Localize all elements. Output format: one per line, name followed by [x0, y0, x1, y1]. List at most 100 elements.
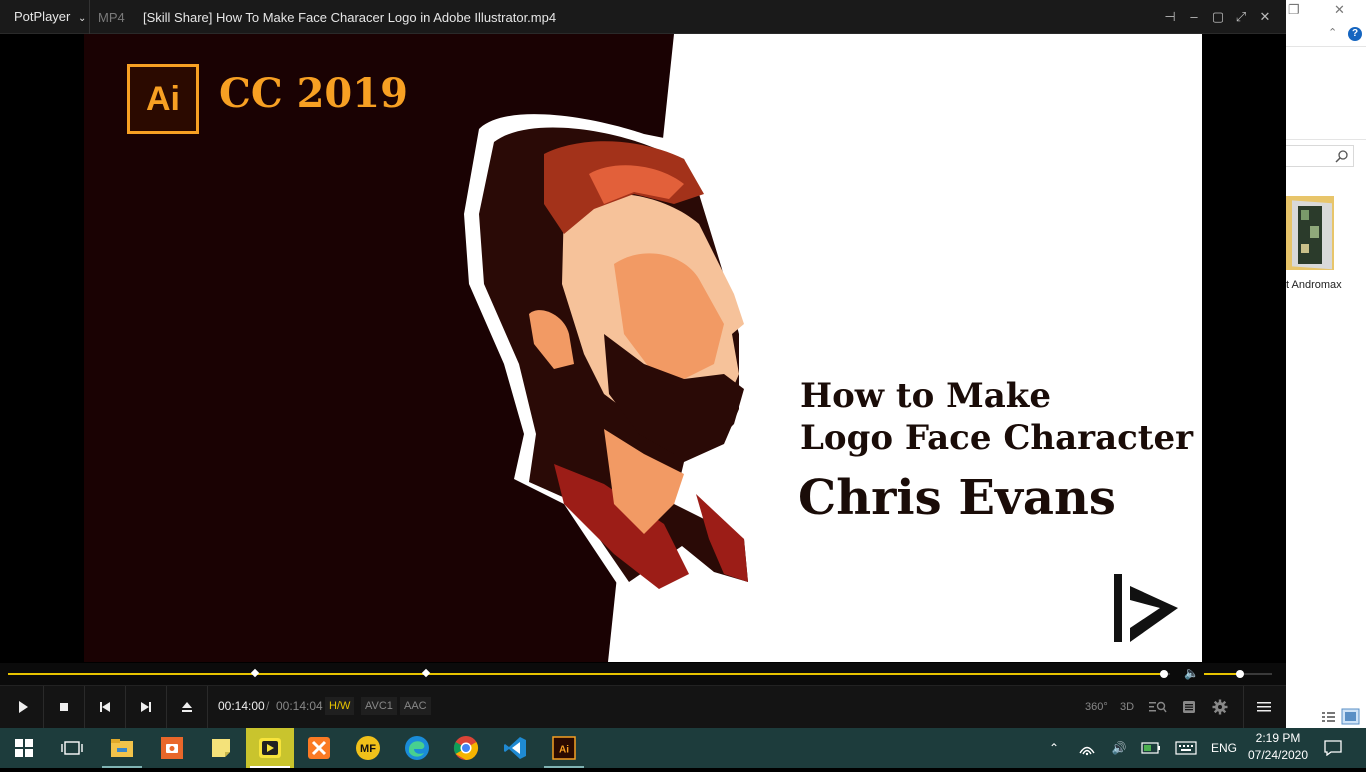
chapter-marker[interactable] — [421, 668, 431, 678]
current-time[interactable]: 00:14:00 — [218, 699, 265, 713]
close-icon[interactable]: ✕ — [1256, 8, 1274, 26]
volume-slider[interactable] — [1204, 670, 1272, 678]
next-icon — [141, 702, 151, 712]
taskbar-xampp[interactable] — [295, 728, 343, 768]
360-icon[interactable]: 360° — [1085, 697, 1108, 717]
eject-button[interactable] — [167, 686, 208, 728]
language-indicator[interactable]: ENG — [1206, 728, 1242, 768]
taskbar: MF Ai ⌃ 🔊 ENG 2:19 PM 07/24/2020 — [0, 728, 1366, 768]
help-icon[interactable]: ? — [1348, 27, 1362, 41]
seek-thumb[interactable] — [1160, 670, 1169, 678]
volume-thumb[interactable] — [1236, 670, 1245, 678]
volume-icon[interactable]: 🔈 — [1184, 666, 1199, 680]
restore-icon[interactable]: ❐ — [1288, 2, 1300, 18]
sticky-notes-icon — [212, 739, 230, 757]
windows-icon — [15, 739, 33, 757]
view-toggle[interactable] — [1320, 707, 1360, 725]
hardware-decoding-badge[interactable]: H/W — [325, 697, 355, 715]
app-name: PotPlayer — [14, 9, 71, 24]
taskbar-mediafire[interactable]: MF — [344, 728, 392, 768]
total-time[interactable]: 00:14:04 — [276, 699, 323, 713]
time-separator: / — [266, 699, 270, 713]
mediafire-icon: MF — [356, 736, 380, 760]
xampp-icon — [308, 737, 330, 759]
video-frame[interactable]: Ai CC 2019 How to Make Logo Face Charact… — [84, 34, 1202, 662]
start-button[interactable] — [0, 728, 48, 768]
playlist-icon[interactable] — [1178, 697, 1200, 717]
previous-button[interactable] — [85, 686, 126, 728]
seek-bar-area: 🔈 — [0, 663, 1286, 685]
eject-icon — [182, 702, 192, 712]
recorder-icon — [161, 737, 183, 759]
video-artwork — [84, 34, 1178, 662]
menu-icon — [1257, 702, 1271, 712]
wifi-icon[interactable] — [1076, 728, 1098, 768]
video-heading-line2: Logo Face Character — [800, 418, 1194, 458]
taskbar-file-explorer[interactable] — [98, 728, 146, 768]
stop-button[interactable] — [44, 686, 85, 728]
audio-codec-badge[interactable]: AAC — [400, 697, 431, 715]
task-view-icon — [61, 741, 83, 755]
notification-icon[interactable] — [1320, 728, 1346, 768]
volume-level — [1204, 673, 1241, 675]
video-heading-line1: How to Make — [800, 376, 1051, 416]
video-heading-line3: Chris Evans — [798, 470, 1116, 526]
volume-icon[interactable]: 🔊 — [1108, 728, 1130, 768]
search-icon — [1335, 150, 1348, 163]
potplayer-icon — [259, 738, 281, 758]
version-label: CC 2019 — [219, 70, 408, 117]
task-view-button[interactable] — [48, 728, 96, 768]
settings-icon[interactable] — [1209, 697, 1231, 717]
clock[interactable]: 2:19 PM 07/24/2020 — [1246, 730, 1310, 764]
clock-date: 07/24/2020 — [1247, 748, 1309, 762]
illustrator-logo: Ai — [127, 64, 199, 134]
battery-icon[interactable] — [1140, 728, 1162, 768]
chevron-down-icon: ⌄ — [78, 13, 87, 24]
taskbar-edge[interactable] — [393, 728, 441, 768]
play-button[interactable] — [3, 686, 44, 728]
taskbar-screen-recorder[interactable] — [148, 728, 196, 768]
search-input[interactable] — [1286, 145, 1354, 167]
taskbar-sticky-notes[interactable] — [197, 728, 245, 768]
minimize-icon[interactable]: – — [1185, 8, 1203, 26]
folder-label: t Andromax — [1286, 279, 1342, 291]
edge-icon — [405, 736, 429, 760]
file-explorer-window: ❐ ✕ ⌃ ? t Andromax — [1286, 0, 1366, 728]
potplayer-menu-button[interactable]: PotPlayer ⌄ — [0, 0, 90, 34]
illustrator-icon: Ai — [552, 736, 576, 760]
title-bar: PotPlayer ⌄ MP4 [Skill Share] How To Mak… — [0, 0, 1286, 34]
zoom-icon[interactable] — [1147, 697, 1169, 717]
video-codec-badge[interactable]: AVC1 — [361, 697, 397, 715]
fullscreen-icon[interactable]: ⤢ — [1232, 8, 1250, 26]
seek-progress — [8, 673, 1165, 675]
keyboard-icon[interactable] — [1172, 728, 1200, 768]
next-button[interactable] — [126, 686, 167, 728]
chrome-icon — [453, 736, 479, 760]
potplayer-window: PotPlayer ⌄ MP4 [Skill Share] How To Mak… — [0, 0, 1286, 728]
seek-track[interactable] — [8, 668, 1170, 678]
3d-icon[interactable]: 3D — [1116, 697, 1138, 717]
ribbon — [1286, 46, 1366, 140]
taskbar-illustrator[interactable]: Ai — [540, 728, 588, 768]
stop-icon — [60, 703, 68, 711]
clock-time: 2:19 PM — [1255, 731, 1301, 745]
file-format: MP4 — [98, 10, 125, 25]
previous-icon — [100, 702, 110, 712]
play-icon — [19, 701, 28, 713]
maximize-icon[interactable]: ▢ — [1209, 8, 1227, 26]
taskbar-potplayer[interactable] — [246, 728, 294, 768]
pin-icon[interactable]: ⊣ — [1161, 8, 1179, 26]
taskbar-chrome[interactable] — [442, 728, 490, 768]
folder-icon[interactable] — [1286, 188, 1338, 272]
chevron-up-icon[interactable]: ⌃ — [1328, 26, 1337, 39]
folder-icon — [111, 739, 133, 757]
taskbar-vscode[interactable] — [491, 728, 539, 768]
show-hidden-icons-icon[interactable]: ⌃ — [1044, 728, 1064, 768]
close-icon[interactable]: ✕ — [1334, 2, 1345, 18]
svg-text:Ai: Ai — [559, 745, 569, 756]
control-bar: 00:14:00 / 00:14:04 H/W AVC1 AAC 360° 3D — [0, 685, 1286, 728]
chapter-marker[interactable] — [250, 668, 260, 678]
vscode-icon — [504, 737, 526, 759]
main-menu-button[interactable] — [1243, 686, 1284, 728]
window-title: [Skill Share] How To Make Face Characer … — [143, 10, 557, 25]
